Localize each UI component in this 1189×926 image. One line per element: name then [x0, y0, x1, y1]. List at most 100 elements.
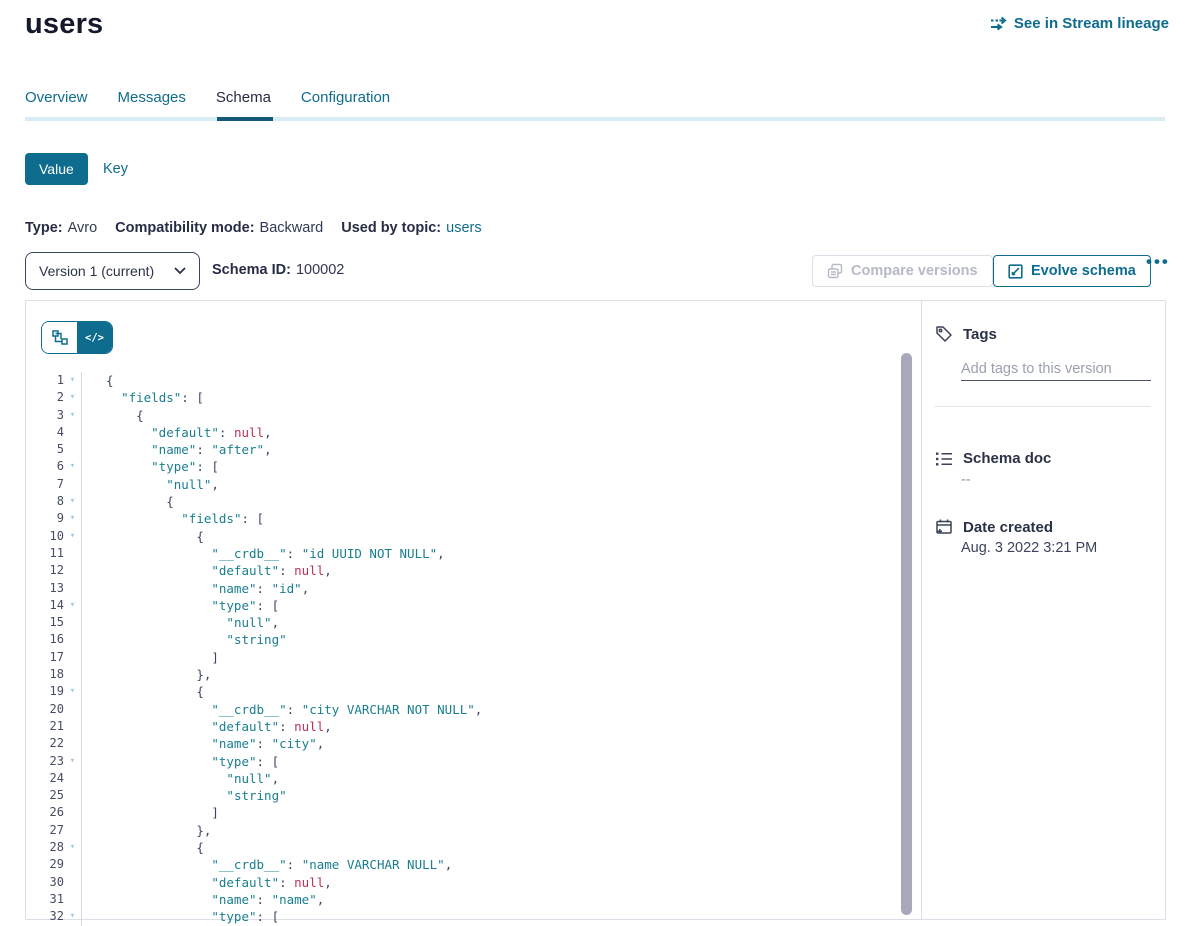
line-number: 31 — [26, 891, 64, 908]
code-line: 30 "default": null, — [26, 874, 1145, 891]
view-mode-toggle: </> — [41, 321, 113, 354]
stream-lineage-label: See in Stream lineage — [1014, 15, 1169, 32]
ellipsis-icon: ••• — [1146, 252, 1170, 271]
evolve-schema-button[interactable]: Evolve schema — [993, 255, 1151, 287]
tag-icon — [935, 325, 953, 343]
collapse-caret-icon[interactable]: ▾ — [64, 458, 81, 475]
code-line: 3▾ { — [26, 407, 1145, 424]
code-text: "default": null, — [81, 874, 1145, 891]
line-number: 7 — [26, 476, 64, 493]
code-text: "type": [ — [81, 597, 1145, 614]
code-text: "type": [ — [81, 908, 1145, 925]
caret-spacer — [64, 545, 81, 562]
type-value: Avro — [68, 220, 98, 236]
caret-spacer — [64, 614, 81, 631]
schema-id-label: Schema ID: — [212, 262, 291, 278]
stream-lineage-link[interactable]: See in Stream lineage — [990, 15, 1169, 32]
code-text: "default": null, — [81, 424, 1145, 441]
code-line: 20 "__crdb__": "city VARCHAR NOT NULL", — [26, 701, 1145, 718]
line-number: 8 — [26, 493, 64, 510]
caret-spacer — [64, 701, 81, 718]
code-text: { — [81, 493, 1145, 510]
code-view-icon[interactable]: </> — [77, 322, 112, 353]
line-number: 24 — [26, 770, 64, 787]
collapse-caret-icon[interactable]: ▾ — [64, 753, 81, 770]
code-line: 4 "default": null, — [26, 424, 1145, 441]
collapse-caret-icon[interactable]: ▾ — [64, 493, 81, 510]
line-number: 12 — [26, 562, 64, 579]
collapse-caret-icon[interactable]: ▾ — [64, 372, 81, 389]
collapse-caret-icon[interactable]: ▾ — [64, 510, 81, 527]
schema-id-value: 100002 — [296, 262, 344, 278]
line-number: 30 — [26, 874, 64, 891]
caret-spacer — [64, 666, 81, 683]
more-options-button[interactable]: ••• — [1146, 252, 1170, 272]
tags-section-heading: Tags — [935, 325, 997, 343]
collapse-caret-icon[interactable]: ▾ — [64, 908, 81, 925]
code-line: 15 "null", — [26, 614, 1145, 631]
code-line: 18 }, — [26, 666, 1145, 683]
tab-configuration[interactable]: Configuration — [301, 89, 390, 116]
line-number: 4 — [26, 424, 64, 441]
code-text: "fields": [ — [81, 389, 1145, 406]
line-number: 9 — [26, 510, 64, 527]
version-select-value: Version 1 (current) — [39, 263, 154, 279]
line-number: 29 — [26, 856, 64, 873]
collapse-caret-icon[interactable]: ▾ — [64, 597, 81, 614]
code-line: 21 "default": null, — [26, 718, 1145, 735]
add-tags-input[interactable] — [961, 357, 1151, 381]
code-text: "type": [ — [81, 753, 1145, 770]
line-number: 13 — [26, 580, 64, 597]
code-line: 8▾ { — [26, 493, 1145, 510]
collapse-caret-icon[interactable]: ▾ — [64, 839, 81, 856]
meta-topic: Used by topic: users — [341, 220, 481, 236]
collapse-caret-icon[interactable]: ▾ — [64, 683, 81, 700]
edit-icon — [1008, 264, 1023, 279]
code-text: "null", — [81, 476, 1145, 493]
schema-meta-row: Type: Avro Compatibility mode: Backward … — [25, 220, 482, 236]
caret-spacer — [64, 649, 81, 666]
tab-schema[interactable]: Schema — [216, 89, 271, 116]
code-line: 29 "__crdb__": "name VARCHAR NULL", — [26, 856, 1145, 873]
code-text: }, — [81, 666, 1145, 683]
sidebar-divider — [935, 406, 1151, 407]
compare-versions-button[interactable]: Compare versions — [812, 255, 993, 287]
compare-versions-label: Compare versions — [851, 263, 978, 279]
code-line: 13 "name": "id", — [26, 580, 1145, 597]
version-select[interactable]: Version 1 (current) — [25, 252, 200, 290]
collapse-caret-icon[interactable]: ▾ — [64, 528, 81, 545]
line-number: 17 — [26, 649, 64, 666]
line-number: 2 — [26, 389, 64, 406]
line-number: 11 — [26, 545, 64, 562]
meta-type: Type: Avro — [25, 220, 97, 236]
code-text: "string" — [81, 787, 1145, 804]
tab-overview[interactable]: Overview — [25, 89, 88, 116]
active-tab-indicator — [217, 117, 273, 121]
caret-spacer — [64, 735, 81, 752]
tree-view-icon[interactable] — [42, 322, 77, 353]
line-number: 26 — [26, 804, 64, 821]
code-line: 31 "name": "name", — [26, 891, 1145, 908]
code-line: 2▾ "fields": [ — [26, 389, 1145, 406]
code-text: ] — [81, 649, 1145, 666]
value-toggle-button[interactable]: Value — [25, 153, 88, 185]
code-line: 27 }, — [26, 822, 1145, 839]
tab-bar: Overview Messages Schema Configuration — [25, 89, 390, 116]
caret-spacer — [64, 631, 81, 648]
line-number: 15 — [26, 614, 64, 631]
tab-messages[interactable]: Messages — [118, 89, 186, 116]
topic-link[interactable]: users — [446, 220, 481, 236]
schema-panel: </> 1▾{2▾ "fields": [3▾ {4 "default": nu… — [25, 300, 1166, 920]
line-number: 1 — [26, 372, 64, 389]
code-text: "null", — [81, 614, 1145, 631]
collapse-caret-icon[interactable]: ▾ — [64, 389, 81, 406]
caret-spacer — [64, 874, 81, 891]
stream-lineage-icon — [990, 16, 1007, 31]
collapse-caret-icon[interactable]: ▾ — [64, 407, 81, 424]
caret-spacer — [64, 424, 81, 441]
line-number: 21 — [26, 718, 64, 735]
scrollbar-thumb[interactable] — [901, 353, 912, 915]
schema-doc-heading: Schema doc — [935, 450, 1051, 467]
key-toggle-button[interactable]: Key — [103, 161, 128, 177]
chevron-down-icon — [174, 267, 186, 275]
